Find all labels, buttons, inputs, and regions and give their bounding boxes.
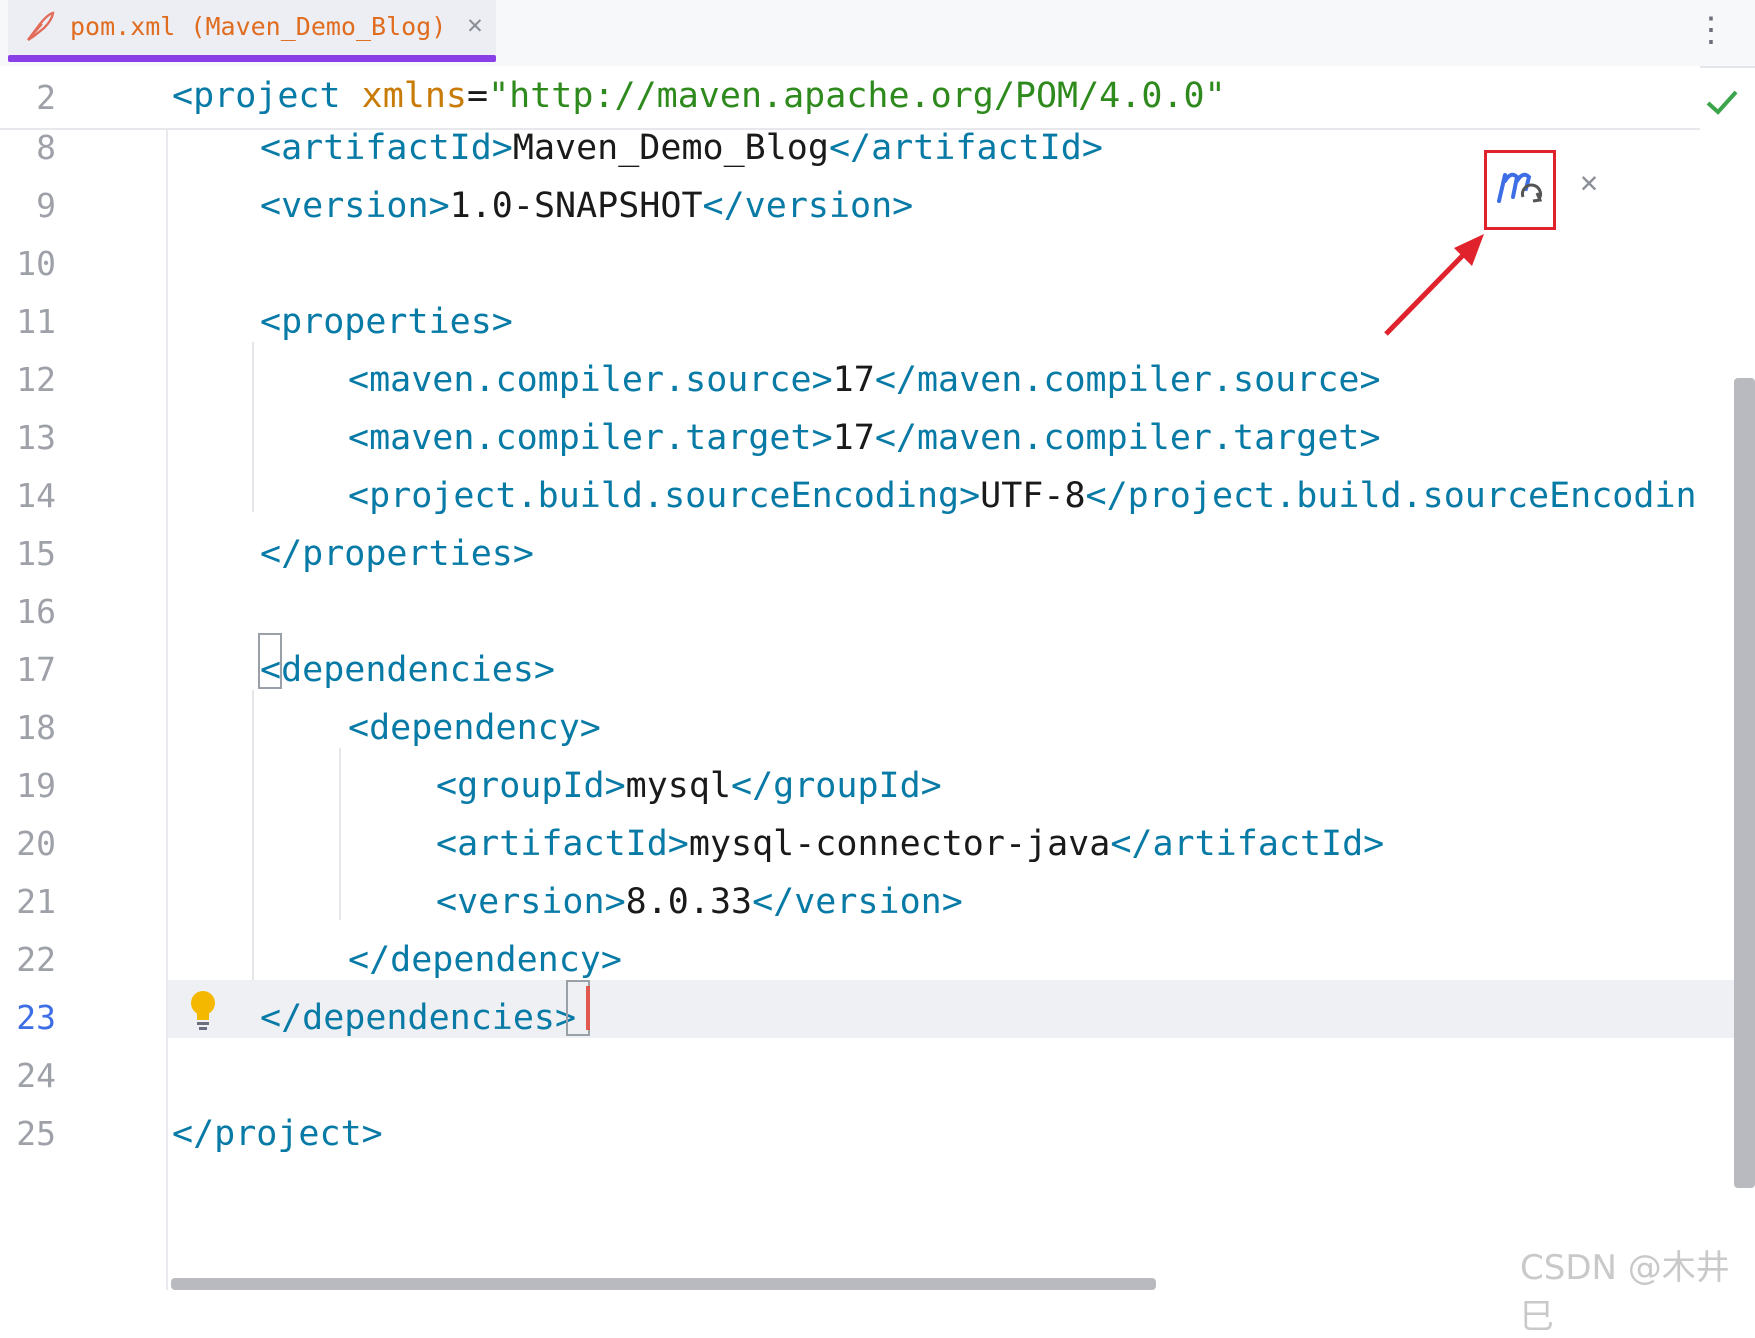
xml-tag: <artifactId>: [260, 128, 513, 168]
xml-text: UTF-8: [980, 476, 1086, 516]
line-number: 20: [16, 824, 56, 863]
line-number: 19: [16, 766, 56, 805]
xml-tag: <dependency>: [348, 708, 601, 748]
text-caret: [586, 986, 590, 1030]
xml-tag: <artifactId>: [436, 824, 689, 864]
xml-attr: xmlns: [340, 76, 468, 116]
line-number: 11: [16, 302, 56, 341]
xml-tag: </artifactId>: [1110, 824, 1385, 864]
indent-guide: [252, 342, 254, 512]
xml-text: 17: [832, 418, 875, 458]
code-line: <maven.compiler.target>17</maven.compile…: [348, 416, 1381, 460]
tab-pom-xml[interactable]: pom.xml (Maven_Demo_Blog) ✕: [8, 0, 496, 62]
code-line: <version>8.0.33</version>: [436, 880, 963, 924]
line-number: 2: [36, 78, 56, 117]
xml-eq: =: [467, 76, 489, 116]
watermark: CSDN @木井巳: [1520, 1248, 1730, 1337]
xml-tag: </maven.compiler.target>: [874, 418, 1381, 458]
line-number: 17: [16, 650, 56, 689]
xml-text: Maven_Demo_Blog: [512, 128, 829, 168]
xml-tag: <version>: [436, 882, 626, 922]
indent-guide: [339, 748, 341, 920]
tab-close-icon[interactable]: ✕: [460, 10, 490, 40]
line-number: 9: [36, 186, 56, 225]
code-line: <project.build.sourceEncoding>UTF-8</pro…: [348, 474, 1697, 518]
editor-tab-bar: pom.xml (Maven_Demo_Blog) ✕ ⋮: [0, 0, 1755, 68]
line-number: 25: [16, 1114, 56, 1153]
line-number: 23: [16, 998, 56, 1037]
xml-tag: <maven.compiler.source>: [348, 360, 833, 400]
xml-tag: <project: [172, 76, 341, 116]
xml-tag: </version>: [702, 186, 914, 226]
xml-string: "http://maven.apache.org/POM/4.0.0": [488, 76, 1226, 116]
maven-reload-highlight[interactable]: [1484, 150, 1556, 230]
code-line: <version>1.0-SNAPSHOT</version>: [260, 184, 913, 228]
active-tab-indicator: [8, 55, 496, 62]
xml-text: mysql-connector-java: [688, 824, 1111, 864]
indent-guide: [252, 690, 254, 980]
line-number: 22: [16, 940, 56, 979]
maven-popup-close-icon[interactable]: ✕: [1572, 166, 1606, 200]
code-line: </dependencies>: [260, 996, 576, 1040]
xml-tag: <groupId>: [436, 766, 626, 806]
xml-tag: </dependencies>: [260, 998, 577, 1038]
lightbulb-icon[interactable]: [186, 988, 220, 1032]
vertical-scrollbar[interactable]: [1734, 378, 1755, 1188]
xml-tag: <project.build.sourceEncoding>: [348, 476, 981, 516]
code-line: <properties>: [260, 300, 513, 344]
code-line: <maven.compiler.source>17</maven.compile…: [348, 358, 1381, 402]
maven-reload-icon[interactable]: [1493, 159, 1547, 215]
code-line: <artifactId>Maven_Demo_Blog</artifactId>: [260, 126, 1103, 170]
tab-title: pom.xml (Maven_Demo_Blog): [70, 12, 447, 41]
code-line: <artifactId>mysql-connector-java</artifa…: [436, 822, 1384, 866]
xml-text: 1.0-SNAPSHOT: [449, 186, 703, 226]
annotation-arrow: [1384, 234, 1484, 336]
line-number: 12: [16, 360, 56, 399]
more-options-icon[interactable]: ⋮: [1694, 10, 1728, 50]
checkmark-icon: [1706, 90, 1738, 115]
xml-text: 8.0.33: [625, 882, 753, 922]
line-number: 13: [16, 418, 56, 457]
code-line: <dependencies>: [260, 648, 555, 692]
code-line: <project xmlns="http://maven.apache.org/…: [172, 74, 1226, 118]
xml-tag: <version>: [260, 186, 450, 226]
xml-tag: </properties>: [260, 534, 534, 574]
xml-text: 17: [832, 360, 875, 400]
line-number: 14: [16, 476, 56, 515]
bracket-match-box: [258, 633, 282, 689]
xml-tag: </project>: [172, 1114, 383, 1154]
xml-tag: </maven.compiler.source>: [874, 360, 1381, 400]
xml-tag: </version>: [752, 882, 963, 922]
xml-tag: </dependency>: [348, 940, 622, 980]
xml-text: mysql: [625, 766, 732, 806]
xml-tag: <properties>: [260, 302, 513, 342]
sticky-line-header[interactable]: 2 <project xmlns="http://maven.apache.or…: [0, 66, 1700, 130]
feather-icon: [27, 11, 55, 41]
code-line: </project>: [172, 1112, 383, 1156]
xml-tag: </artifactId>: [828, 128, 1103, 168]
xml-tag: <maven.compiler.target>: [348, 418, 833, 458]
xml-tag: <dependencies>: [260, 650, 556, 690]
line-number: 15: [16, 534, 56, 573]
xml-tag: </project.build.sourceEncodin: [1085, 476, 1697, 516]
code-line: <groupId>mysql</groupId>: [436, 764, 942, 808]
line-number: 16: [16, 592, 56, 631]
line-number: 21: [16, 882, 56, 921]
horizontal-scrollbar[interactable]: [171, 1278, 1156, 1290]
line-number: 24: [16, 1056, 56, 1095]
code-line: <dependency>: [348, 706, 601, 750]
line-number: 10: [16, 244, 56, 283]
code-line: </properties>: [260, 532, 534, 576]
code-line: </dependency>: [348, 938, 622, 982]
line-number: 8: [36, 128, 56, 167]
xml-tag: </groupId>: [731, 766, 942, 806]
line-number: 18: [16, 708, 56, 747]
